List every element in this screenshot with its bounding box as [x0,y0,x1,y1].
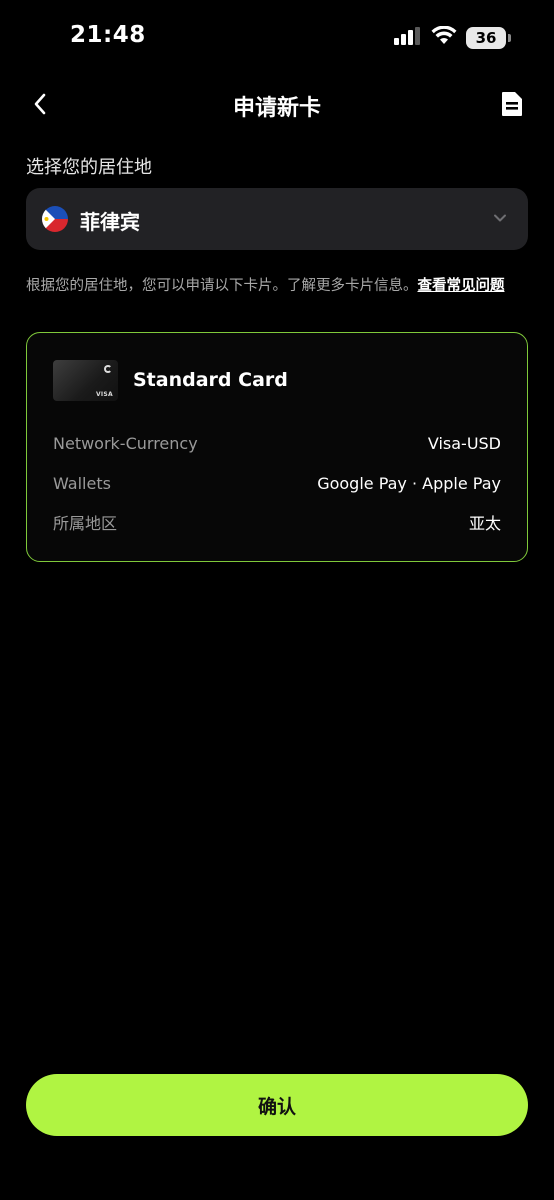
confirm-button[interactable]: 确认 [26,1074,528,1136]
detail-value: 亚太 [468,514,501,533]
detail-value: Google Pay · Apple Pay [317,473,501,493]
country-select[interactable]: 菲律宾 [26,188,528,250]
chevron-down-icon [492,210,508,226]
card-logo-icon [104,365,112,373]
battery-icon: 36 [466,26,511,49]
card-title: Standard Card [133,369,288,391]
philippines-flag-icon [42,206,68,232]
faq-link[interactable]: 查看常见问题 [418,278,505,294]
card-thumbnail: VISA [53,360,118,401]
card-detail-row: 所属地区 亚太 [53,510,501,534]
detail-key: 所属地区 [53,514,118,533]
detail-key: Network-Currency [53,433,198,453]
detail-value: Visa-USD [427,433,501,453]
info-description: 根据您的居住地，您可以申请以下卡片。了解更多卡片信息。 [26,278,418,294]
document-icon [501,91,523,121]
selected-country: 菲律宾 [80,210,140,234]
nav-bar: 申请新卡 [0,80,554,130]
card-brand: VISA [95,391,113,398]
page-title: 申请新卡 [232,96,321,121]
status-time: 21:48 [70,22,146,48]
card-detail-row: Wallets Google Pay · Apple Pay [53,471,501,495]
card-detail-row: Network-Currency Visa-USD [53,431,501,455]
faq-document-button[interactable] [498,92,526,120]
residence-label: 选择您的居住地 [26,157,152,178]
detail-key: Wallets [53,473,111,493]
info-text: 根据您的居住地，您可以申请以下卡片。了解更多卡片信息。查看常见问题 [26,276,530,297]
status-icons: 36 [394,25,511,49]
signal-icon [394,26,422,49]
status-bar: 21:48 36 [0,0,554,76]
wifi-icon [431,25,457,49]
card-option[interactable]: VISA Standard Card Network-Currency Visa… [26,332,528,562]
